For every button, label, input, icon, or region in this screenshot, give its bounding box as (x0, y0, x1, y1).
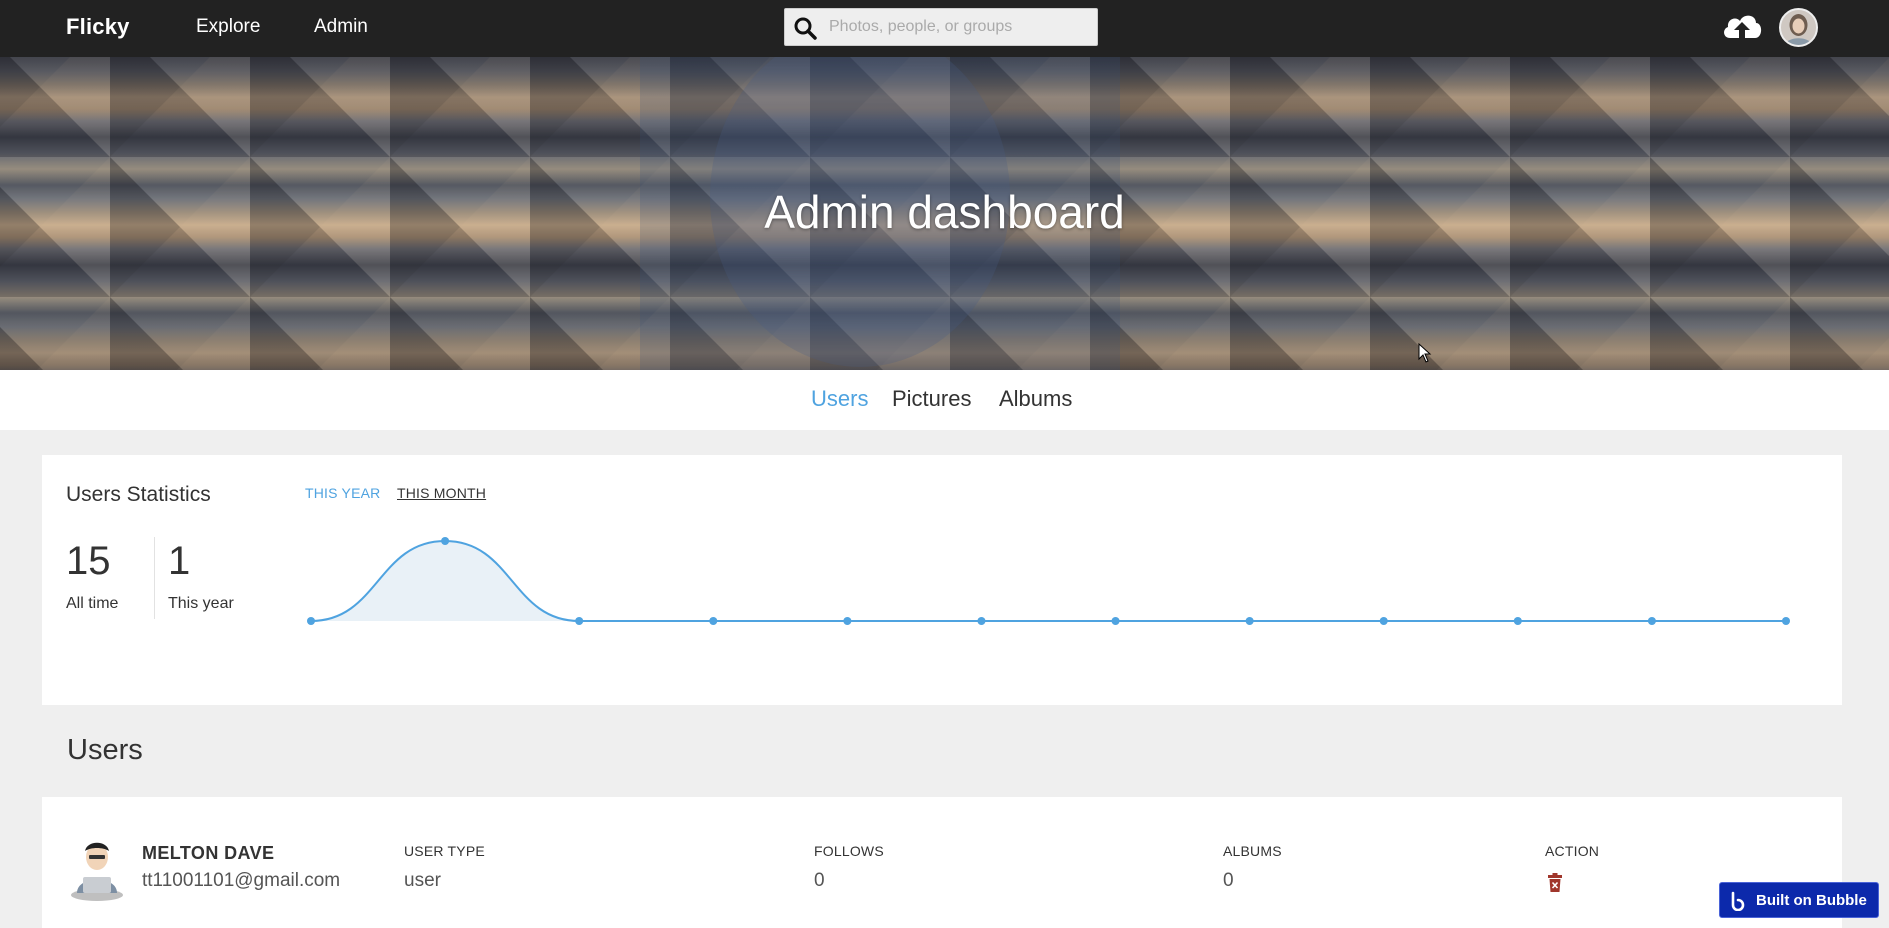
tab-albums[interactable]: Albums (999, 386, 1072, 412)
cloud-upload-icon[interactable] (1720, 8, 1764, 46)
period-this-month[interactable]: THIS MONTH (397, 485, 486, 501)
search-input[interactable] (829, 9, 1094, 45)
column-header-user-type: USER TYPE (404, 843, 485, 859)
badge-label: Built on Bubble (1756, 892, 1867, 909)
bubble-logo-icon (1731, 891, 1745, 911)
nav-link-explore[interactable]: Explore (196, 16, 260, 38)
chart-point-10[interactable] (1513, 617, 1522, 625)
mouse-cursor-icon (1418, 343, 1432, 363)
page-title: Admin dashboard (764, 186, 1125, 238)
chart-point-5[interactable] (843, 617, 852, 625)
user-avatar (71, 842, 123, 901)
chart-point-1[interactable] (307, 617, 315, 625)
user-type-value: user (404, 870, 441, 891)
column-header-follows: FOLLOWS (814, 843, 884, 859)
user-row: MELTON DAVE tt11001101@gmail.com USER TY… (42, 797, 1842, 928)
user-avatar-menu[interactable] (1779, 8, 1818, 47)
top-navbar: Flicky Explore Admin (0, 0, 1889, 57)
chart-point-2[interactable] (441, 537, 450, 545)
tab-pictures[interactable]: Pictures (892, 386, 971, 412)
chart-point-8[interactable] (1245, 617, 1254, 625)
built-on-bubble-badge[interactable]: Built on Bubble (1719, 882, 1879, 918)
tab-users[interactable]: Users (811, 386, 868, 412)
chart-point-3[interactable] (575, 617, 584, 625)
column-header-action: ACTION (1545, 843, 1600, 859)
all-time-label: All time (66, 595, 119, 612)
albums-value: 0 (1223, 870, 1234, 891)
hero-banner: Admin dashboard (0, 57, 1889, 370)
column-header-albums: ALBUMS (1223, 843, 1282, 859)
user-name[interactable]: MELTON DAVE (142, 843, 274, 864)
nav-link-admin[interactable]: Admin (314, 16, 368, 38)
chart-point-6[interactable] (977, 617, 986, 625)
section-tabs: Users Pictures Albums (0, 370, 1889, 430)
stat-divider (154, 537, 155, 619)
chart-area-fill (311, 541, 1786, 621)
trash-icon[interactable] (1547, 873, 1563, 892)
chart-point-4[interactable] (709, 617, 718, 625)
this-year-count: 1 (168, 539, 191, 583)
this-year-label: This year (168, 595, 234, 612)
chart-point-12[interactable] (1782, 617, 1790, 625)
brand-logo[interactable]: Flicky (66, 14, 130, 40)
chart-point-11[interactable] (1647, 617, 1656, 625)
statistics-title: Users Statistics (66, 483, 211, 506)
chart-point-7[interactable] (1111, 617, 1120, 625)
period-this-year[interactable]: THIS YEAR (305, 485, 380, 501)
search-box[interactable] (784, 8, 1098, 46)
all-time-count: 15 (66, 539, 111, 583)
users-section-heading: Users (67, 734, 143, 766)
search-icon[interactable] (793, 16, 817, 40)
profile-photo-icon (1781, 10, 1816, 45)
user-email: tt11001101@gmail.com (142, 870, 341, 891)
follows-value: 0 (814, 870, 825, 891)
users-statistics-card: Users Statistics THIS YEAR THIS MONTH 15… (42, 455, 1842, 705)
chart-point-9[interactable] (1379, 617, 1388, 625)
